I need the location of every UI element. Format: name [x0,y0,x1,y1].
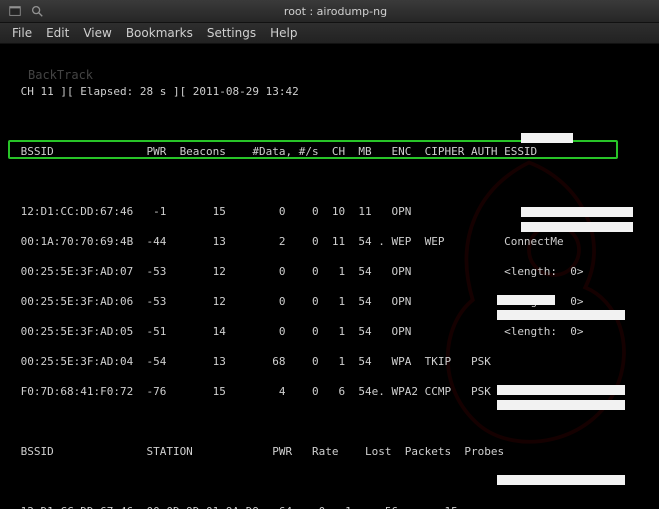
ap-row: 00:25:5E:3F:AD:06 -53 12 0 0 1 54 OPN <l… [14,294,645,309]
ghost-label: BackTrack [28,68,93,83]
app-icon [8,4,22,18]
menu-file[interactable]: File [12,26,32,40]
search-icon[interactable] [30,4,44,18]
ap-row: 00:25:5E:3F:AD:05 -51 14 0 0 1 54 OPN <l… [14,324,645,339]
menubar: File Edit View Bookmarks Settings Help [0,23,659,44]
menu-bookmarks[interactable]: Bookmarks [126,26,193,40]
window-titlebar: root : airodump-ng [0,0,659,23]
menu-edit[interactable]: Edit [46,26,69,40]
station-header: BSSID STATION PWR Rate Lost Packets Prob… [14,444,645,459]
ap-header: BSSID PWR Beacons #Data, #/s CH MB ENC C… [14,144,645,159]
status-line: CH 11 ][ Elapsed: 28 s ][ 2011-08-29 13:… [14,84,645,99]
ap-row: 12:D1:CC:DD:67:46 -1 15 0 0 10 11 OPN [14,204,645,219]
menu-settings[interactable]: Settings [207,26,256,40]
window-title: root : airodump-ng [52,5,619,18]
menu-view[interactable]: View [83,26,111,40]
ap-row: 00:1A:70:70:69:4B -44 13 2 0 11 54 . WEP… [14,234,645,249]
station-row: 12:D1:CC:DD:67:46 00:0D:9D:01:9A:D9 -64 … [14,504,645,509]
menu-help[interactable]: Help [270,26,297,40]
terminal-output: BackTrack CH 11 ][ Elapsed: 28 s ][ 2011… [0,44,659,509]
ap-row: F0:7D:68:41:F0:72 -76 15 4 0 6 54e. WPA2… [14,384,645,399]
ap-row: 00:25:5E:3F:AD:04 -54 13 68 0 1 54 WPA T… [14,354,645,369]
ap-row: 00:25:5E:3F:AD:07 -53 12 0 0 1 54 OPN <l… [14,264,645,279]
